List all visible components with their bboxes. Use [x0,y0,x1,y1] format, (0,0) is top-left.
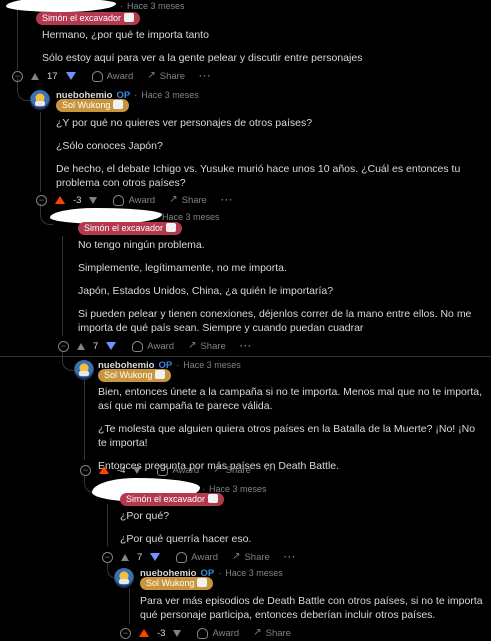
comment-text: Si pueden pelear y tienen conexiones, dé… [78,308,472,334]
thread-line [84,380,85,460]
vote-score: 17 [47,70,58,82]
user-flair: Sol Wukong [140,577,214,590]
comment-text: Simplemente, legítimamente, no me import… [78,262,287,274]
share-icon: ↗ [188,340,197,351]
downvote-icon[interactable] [106,342,117,350]
thread-line [17,0,18,70]
award-icon [91,70,103,82]
award-button[interactable]: Award [197,627,239,639]
comment-text: ¿Por qué querría hacer eso. [120,533,252,545]
comment-time: Hace 3 meses [141,90,199,100]
comment-text: No tengo ningún problema. [78,239,205,251]
share-icon: ↗ [169,194,178,205]
user-avatar[interactable] [74,360,94,380]
comment-time: Hace 3 meses [225,568,283,578]
downvote-icon[interactable] [173,629,182,637]
flair-emoji-icon [113,100,124,109]
more-options-button[interactable]: ··· [240,341,253,352]
downvote-icon[interactable] [89,196,98,204]
share-button[interactable]: ↗ Share [213,465,251,476]
share-icon: ↗ [147,70,156,81]
flair-emoji-icon [155,370,166,379]
thread-line [129,588,130,624]
award-icon [157,464,169,476]
collapse-thread-button[interactable]: − [80,464,91,476]
comment-time: Hace 3 meses [127,1,185,11]
upvote-icon[interactable] [99,466,109,474]
more-options-button[interactable]: ··· [221,195,234,206]
collapse-thread-button[interactable]: − [102,551,113,563]
vote-score: -3 [73,194,82,206]
comment-text: Sólo estoy aquí para ver a la gente pele… [42,52,363,64]
user-flair: Simón el excavador [36,12,141,25]
vote-score: 7 [137,551,143,563]
upvote-icon[interactable] [139,629,149,637]
thread-line [62,236,63,336]
more-options-button[interactable]: ··· [199,71,212,82]
upvote-icon[interactable] [55,196,65,204]
collapse-thread-button[interactable]: − [120,627,131,639]
flair-emoji-icon [208,494,219,503]
award-icon [197,627,209,639]
upvote-icon[interactable] [121,553,129,561]
downvote-icon[interactable] [65,72,76,80]
award-button[interactable]: Award [176,551,218,563]
user-flair: Simón el excavador [78,222,183,235]
share-button[interactable]: ↗ Share [253,628,291,639]
comment-text: Japón, Estados Unidos, China, ¿a quién l… [78,285,334,297]
comment-text: Para ver más episodios de Death Battle c… [140,595,483,621]
user-avatar[interactable] [30,90,50,110]
collapse-thread-button[interactable]: − [12,70,23,82]
user-flair: Sol Wukong [98,369,172,382]
share-button[interactable]: ↗ Share [147,71,185,82]
share-button[interactable]: ↗ Share [232,552,270,563]
share-icon: ↗ [232,551,241,562]
collapse-thread-button[interactable]: − [36,194,47,206]
share-icon: ↗ [213,464,222,475]
user-flair: Simón el excavador [120,493,225,506]
vote-score: 7 [93,340,99,352]
downvote-icon[interactable] [150,553,161,561]
comment-text: De hecho, el debate Ichigo vs. Yusuke mu… [56,163,461,189]
upvote-icon[interactable] [77,342,85,350]
award-icon [176,551,188,563]
share-icon: ↗ [253,627,262,638]
vote-score: -3 [157,627,166,639]
more-options-button[interactable]: ··· [284,552,297,563]
comment-text: ¿Y por qué no quieres ver personajes de … [56,117,313,129]
downvote-icon[interactable] [133,466,142,474]
comment-text: ¿Por qué? [120,510,170,522]
comment-text: Hermano, ¿por qué te importa tanto [42,29,209,41]
thread-line [107,504,108,546]
comment-time: Hace 3 meses [183,360,241,370]
flair-emoji-icon [197,578,208,587]
comment-text: ¿Te molesta que alguien quiera otros paí… [98,423,476,449]
share-button[interactable]: ↗ Share [188,341,226,352]
award-button[interactable]: Award [132,340,174,352]
upvote-icon[interactable] [31,72,39,80]
award-icon [113,194,125,206]
user-flair: Sol Wukong [56,99,130,112]
divider [0,356,491,357]
user-avatar[interactable] [114,568,134,588]
more-options-button[interactable]: ··· [265,465,278,476]
vote-score: -4 [117,464,126,476]
share-button[interactable]: ↗ Share [169,195,207,206]
flair-emoji-icon [124,13,135,22]
award-icon [132,340,144,352]
collapse-thread-button[interactable]: − [58,340,69,352]
comment-time: Hace 3 meses [162,212,220,222]
comment-text: ¿Sólo conoces Japón? [56,140,163,152]
thread-line [40,112,41,192]
award-button[interactable]: Award [157,464,199,476]
award-button[interactable]: Award [113,194,155,206]
comment-text: Bien, entonces únete a la campaña si no … [98,386,483,412]
redacted-avatar-scribble [6,0,116,12]
flair-emoji-icon [166,223,177,232]
award-button[interactable]: Award [91,70,133,82]
